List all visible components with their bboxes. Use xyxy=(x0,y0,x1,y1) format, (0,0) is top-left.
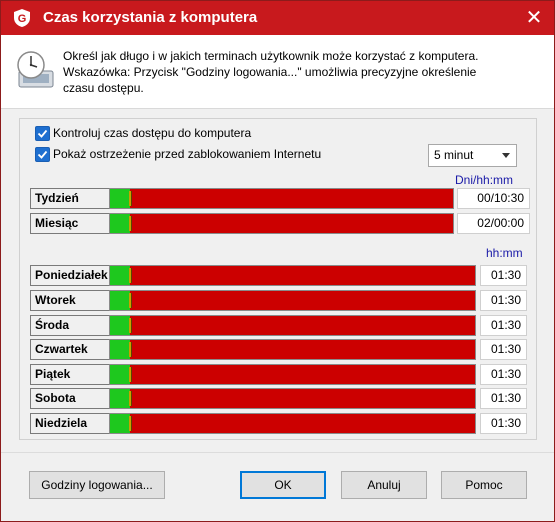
day-value-field[interactable]: 01:30 xyxy=(480,388,527,409)
day-row-label: Poniedziałek xyxy=(30,265,114,286)
warning-checkbox[interactable] xyxy=(35,147,50,162)
warning-time-value: 5 minut xyxy=(434,148,474,162)
cancel-label: Anuluj xyxy=(367,478,401,492)
help-button[interactable]: Pomoc xyxy=(441,471,527,499)
login-hours-button[interactable]: Godziny logowania... xyxy=(29,471,165,499)
slider-handle[interactable] xyxy=(129,391,132,406)
totals-unit-label: Dni/hh:mm xyxy=(455,173,514,187)
day-row-label: Środa xyxy=(30,315,114,336)
checkmark-icon xyxy=(37,150,48,159)
day-row-label: Niedziela xyxy=(30,413,114,434)
ok-label: OK xyxy=(274,478,292,492)
day-value-field[interactable]: 01:30 xyxy=(480,315,527,336)
time-slider-bar[interactable] xyxy=(109,265,476,286)
total-value-field[interactable]: 02/00:00 xyxy=(457,213,530,234)
time-slider-bar[interactable] xyxy=(109,388,476,409)
chevron-down-icon xyxy=(502,153,510,158)
day-value-field[interactable]: 01:30 xyxy=(480,339,527,360)
time-slider-bar[interactable] xyxy=(109,315,476,336)
total-row-label: Miesiąc xyxy=(30,213,114,234)
allowed-segment xyxy=(110,414,130,433)
control-access-label: Kontroluj czas dostępu do komputera xyxy=(53,126,252,140)
time-limits-group: Kontroluj czas dostępu do komputera Poka… xyxy=(19,118,537,440)
dialog-window: G Czas korzystania z komputera ✕ Określ … xyxy=(0,0,555,522)
info-line-2: Wskazówka: Przycisk "Godziny logowania..… xyxy=(63,65,477,79)
warning-label: Pokaż ostrzeżenie przed zablokowaniem In… xyxy=(53,147,322,161)
warning-time-select[interactable]: 5 minut xyxy=(428,144,517,167)
info-line-3: czasu dostępu. xyxy=(63,81,144,95)
time-slider-bar[interactable] xyxy=(109,413,476,434)
days-unit-label: hh:mm xyxy=(486,246,523,260)
allowed-segment xyxy=(110,365,130,384)
allowed-segment xyxy=(110,291,130,310)
day-value-field[interactable]: 01:30 xyxy=(480,290,527,311)
footer-divider xyxy=(1,452,554,453)
computer-clock-icon xyxy=(17,51,54,88)
logo-letter: G xyxy=(18,13,27,25)
day-row-label: Wtorek xyxy=(30,290,114,311)
time-slider-bar[interactable] xyxy=(109,290,476,311)
slider-handle[interactable] xyxy=(129,268,132,283)
day-value-field[interactable]: 01:30 xyxy=(480,413,527,434)
allowed-segment xyxy=(110,214,130,233)
control-access-checkbox[interactable] xyxy=(35,126,50,141)
ok-button[interactable]: OK xyxy=(240,471,326,499)
total-row-label: Tydzień xyxy=(30,188,114,209)
window-title: Czas korzystania z komputera xyxy=(43,9,258,26)
login-hours-label: Godziny logowania... xyxy=(41,478,153,492)
allowed-segment xyxy=(110,340,130,359)
info-line-1: Określ jak długo i w jakich terminach uż… xyxy=(63,49,479,63)
gdata-logo-icon: G xyxy=(14,9,30,27)
day-value-field[interactable]: 01:30 xyxy=(480,364,527,385)
title-bar: G Czas korzystania z komputera ✕ xyxy=(1,1,554,35)
slider-handle[interactable] xyxy=(129,367,132,382)
time-slider-bar[interactable] xyxy=(109,339,476,360)
total-value-field[interactable]: 00/10:30 xyxy=(457,188,530,209)
checkmark-icon xyxy=(37,129,48,138)
info-text: Określ jak długo i w jakich terminach uż… xyxy=(63,48,478,96)
day-row-label: Sobota xyxy=(30,388,114,409)
time-slider-bar[interactable] xyxy=(109,213,454,234)
slider-handle[interactable] xyxy=(129,342,132,357)
allowed-segment xyxy=(110,189,130,208)
allowed-segment xyxy=(110,316,130,335)
allowed-segment xyxy=(110,266,130,285)
day-value-field[interactable]: 01:30 xyxy=(480,265,527,286)
time-slider-bar[interactable] xyxy=(109,188,454,209)
day-row-label: Piątek xyxy=(30,364,114,385)
slider-handle[interactable] xyxy=(129,318,132,333)
slider-handle[interactable] xyxy=(129,416,132,431)
allowed-segment xyxy=(110,389,130,408)
cancel-button[interactable]: Anuluj xyxy=(341,471,427,499)
close-button[interactable]: ✕ xyxy=(520,4,548,32)
time-slider-bar[interactable] xyxy=(109,364,476,385)
slider-handle[interactable] xyxy=(129,216,132,231)
close-icon: ✕ xyxy=(525,7,543,29)
info-panel: Określ jak długo i w jakich terminach uż… xyxy=(1,35,554,109)
slider-handle[interactable] xyxy=(129,293,132,308)
help-label: Pomoc xyxy=(465,478,503,492)
slider-handle[interactable] xyxy=(129,191,132,206)
day-row-label: Czwartek xyxy=(30,339,114,360)
